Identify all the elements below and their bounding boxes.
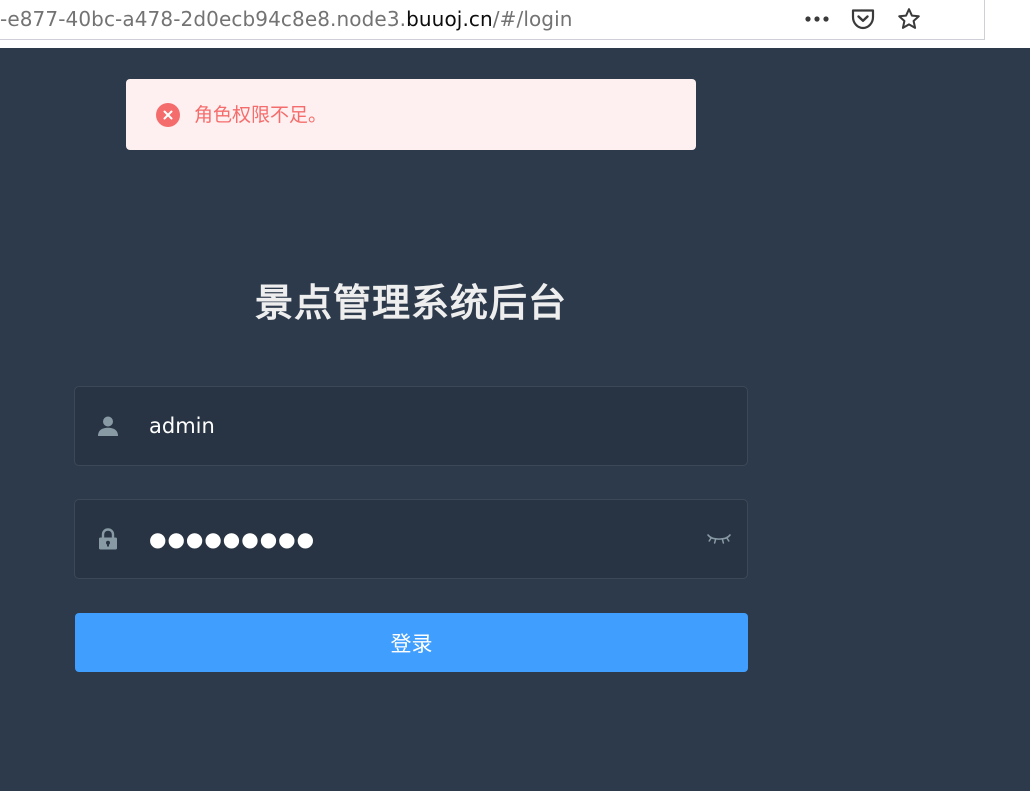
more-icon[interactable] [802, 4, 832, 34]
url-actions [802, 4, 924, 34]
browser-toolbar-right [985, 0, 1030, 48]
url-text[interactable]: -e877-40bc-a478-2d0ecb94c8e8.node3.buuoj… [0, 6, 573, 32]
url-prefix: -e877-40bc-a478-2d0ecb94c8e8.node3. [0, 7, 407, 31]
address-bar[interactable]: -e877-40bc-a478-2d0ecb94c8e8.node3.buuoj… [0, 0, 985, 40]
alert-message: 角色权限不足。 [194, 103, 328, 126]
page-title: 景点管理系统后台 [254, 281, 567, 325]
error-alert: 角色权限不足。 [126, 79, 696, 150]
password-input[interactable] [141, 500, 691, 578]
username-input[interactable] [141, 387, 747, 465]
username-field[interactable] [74, 386, 748, 466]
eye-closed-icon[interactable] [691, 500, 747, 578]
close-circle-icon[interactable] [156, 102, 180, 127]
password-field[interactable] [74, 499, 748, 579]
url-host: buuoj.cn [406, 7, 493, 31]
login-button[interactable]: 登录 [75, 613, 748, 672]
browser-toolbar-bottom [0, 40, 1030, 48]
url-path: /#/login [492, 7, 573, 31]
bookmark-star-icon[interactable] [894, 4, 924, 34]
user-icon [75, 387, 141, 465]
lock-icon [75, 500, 141, 578]
login-page: 角色权限不足。 景点管理系统后台 登录 [0, 48, 1030, 791]
pocket-icon[interactable] [848, 4, 878, 34]
